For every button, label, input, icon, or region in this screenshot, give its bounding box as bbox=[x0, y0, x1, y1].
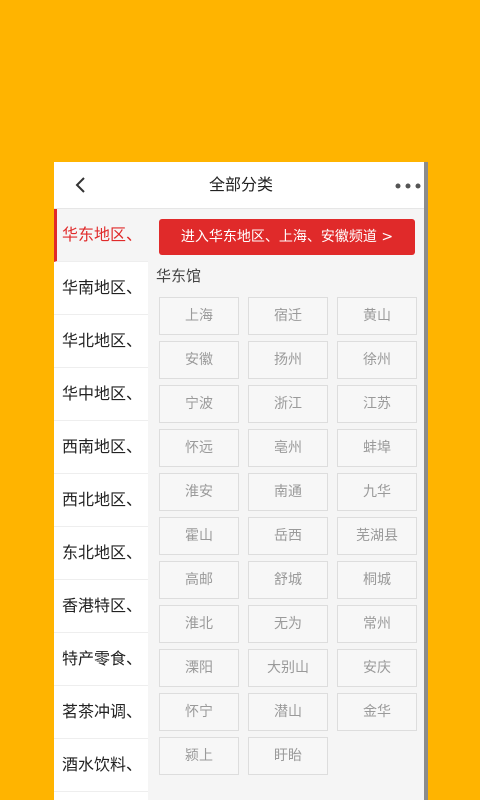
city-button[interactable]: 江苏 bbox=[337, 385, 417, 423]
sidebar-item[interactable]: 华中地区、 bbox=[54, 368, 148, 421]
city-button[interactable]: 大别山 bbox=[248, 649, 328, 687]
city-button[interactable]: 常州 bbox=[337, 605, 417, 643]
city-button[interactable]: 潜山 bbox=[248, 693, 328, 731]
city-button[interactable]: 霍山 bbox=[159, 517, 239, 555]
sidebar-item[interactable]: 西北地区、 bbox=[54, 474, 148, 527]
city-button[interactable]: 宁波 bbox=[159, 385, 239, 423]
city-button[interactable]: 浙江 bbox=[248, 385, 328, 423]
sidebar-item[interactable]: 华东地区、 bbox=[54, 209, 148, 262]
city-button[interactable]: 安徽 bbox=[159, 341, 239, 379]
sidebar-item[interactable]: 华北地区、 bbox=[54, 315, 148, 368]
city-grid: 上海 宿迁 黄山安徽 扬州 徐州宁波 浙江 江苏怀远 亳州 蚌埠淮安 南通 九华霍山 岳西 芜湖县高邮舒… bbox=[159, 297, 419, 775]
city-button[interactable]: 南通 bbox=[248, 473, 328, 511]
city-button[interactable]: 颍上 bbox=[159, 737, 239, 775]
city-button[interactable]: 安庆 bbox=[337, 649, 417, 687]
city-button[interactable]: 上海 bbox=[159, 297, 239, 335]
city-button[interactable]: 宿迁 bbox=[248, 297, 328, 335]
sidebar-item[interactable]: 茗茶冲调、 bbox=[54, 686, 148, 739]
header-bar: 全部分类 bbox=[54, 162, 428, 209]
city-button[interactable]: 怀宁 bbox=[159, 693, 239, 731]
city-button[interactable]: 溧阳 bbox=[159, 649, 239, 687]
city-button[interactable]: 无为 bbox=[248, 605, 328, 643]
page-title: 全部分类 bbox=[208, 175, 273, 194]
city-button[interactable]: 高邮 bbox=[159, 561, 239, 599]
city-button[interactable]: 淮安 bbox=[159, 473, 239, 511]
city-button[interactable]: 芜湖县 bbox=[337, 517, 417, 555]
city-button[interactable]: 金华 bbox=[337, 693, 417, 731]
category-panel: 全部分类 华东地区、 华南地区、 华北地区、 华中地区、 西南地区、 西北地区、 东北地区、… bbox=[54, 162, 428, 800]
city-button[interactable]: 徐州 bbox=[337, 341, 417, 379]
city-button[interactable]: 岳西 bbox=[248, 517, 328, 555]
city-button[interactable]: 桐城 bbox=[337, 561, 417, 599]
city-button[interactable]: 淮北 bbox=[159, 605, 239, 643]
city-button[interactable]: 舒城 bbox=[248, 561, 328, 599]
section-title: 华东馆 bbox=[156, 267, 202, 285]
sidebar-item[interactable]: 华南地区、 bbox=[54, 262, 148, 315]
sidebar-item[interactable]: 酒水饮料、 bbox=[54, 739, 148, 792]
city-button[interactable]: 扬州 bbox=[248, 341, 328, 379]
sidebar-item[interactable]: 香港特区、 bbox=[54, 580, 148, 633]
category-sidebar: 华东地区、 华南地区、 华北地区、 华中地区、 西南地区、 西北地区、 东北地区、 香港特区、… bbox=[54, 209, 148, 800]
city-button[interactable]: 九华 bbox=[337, 473, 417, 511]
sidebar-item[interactable]: 东北地区、 bbox=[54, 527, 148, 580]
category-content: 进入华东地区、上海、安徽频道 > 华东馆 上海 宿迁 黄山安徽 扬州 徐州宁波 浙江 江苏怀… bbox=[148, 209, 420, 800]
city-button[interactable]: 亳州 bbox=[248, 429, 328, 467]
city-button[interactable]: 黄山 bbox=[337, 297, 417, 335]
sidebar-item[interactable]: 特产零食、 bbox=[54, 633, 148, 686]
enter-channel-button[interactable]: 进入华东地区、上海、安徽频道 > bbox=[159, 219, 415, 255]
city-button[interactable]: 蚌埠 bbox=[337, 429, 417, 467]
city-button[interactable]: 盱眙 bbox=[248, 737, 328, 775]
more-options-icon[interactable] bbox=[394, 182, 422, 190]
sidebar-item[interactable]: 西南地区、 bbox=[54, 421, 148, 474]
city-button[interactable]: 怀远 bbox=[159, 429, 239, 467]
